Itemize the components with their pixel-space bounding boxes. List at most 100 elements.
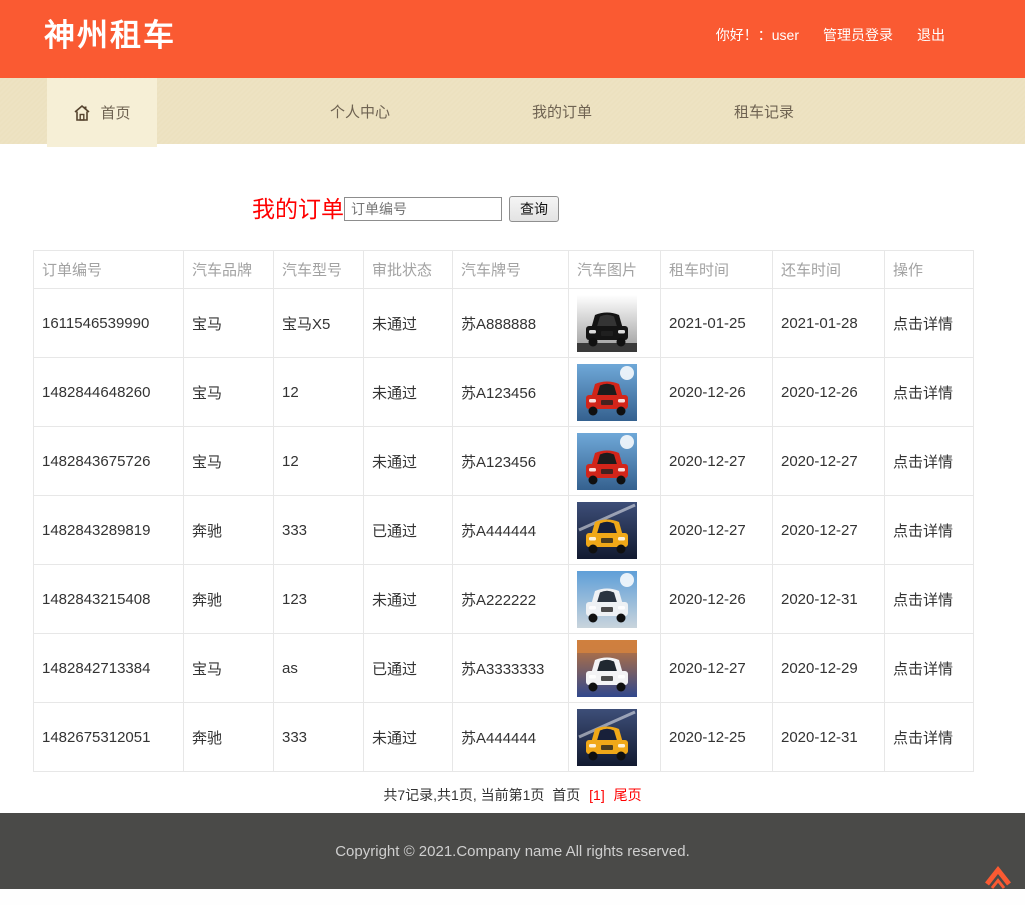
cell-return-date: 2020-12-26 (773, 358, 885, 427)
table-row: 1482675312051奔驰333未通过苏A4444442020-12-252… (34, 703, 974, 772)
pagination-first-link[interactable]: 首页 (552, 787, 580, 803)
cell-operation: 点击详情 (885, 358, 974, 427)
cell-status: 未通过 (364, 358, 453, 427)
column-header-plate: 汽车牌号 (453, 251, 569, 289)
table-row: 1482843215408奔驰123未通过苏A2222222020-12-262… (34, 565, 974, 634)
order-detail-link[interactable]: 点击详情 (893, 592, 953, 609)
cell-rent-date: 2021-01-25 (661, 289, 773, 358)
table-row: 1482843289819奔驰333已通过苏A4444442020-12-272… (34, 496, 974, 565)
cell-model: 宝马X5 (274, 289, 364, 358)
pagination: 共7记录,共1页, 当前第1页 首页 [1] 尾页 (0, 785, 1025, 805)
order-detail-link[interactable]: 点击详情 (893, 730, 953, 747)
nav-item-home[interactable]: 首页 (47, 78, 157, 147)
cell-operation: 点击详情 (885, 703, 974, 772)
page: 神州租车 你好！：user 管理员登录 退出 首页 个人 (0, 0, 1025, 905)
cell-photo (569, 496, 661, 565)
nav-item-personal-center[interactable]: 个人中心 (259, 78, 461, 144)
cell-order-no: 1482844648260 (34, 358, 184, 427)
cell-status: 未通过 (364, 427, 453, 496)
cell-return-date: 2020-12-27 (773, 427, 885, 496)
nav-item-label: 个人中心 (330, 101, 390, 122)
cell-status: 已通过 (364, 496, 453, 565)
cell-model: 333 (274, 496, 364, 565)
back-to-top-button[interactable] (984, 862, 1012, 892)
red-bmw-sky-photo (577, 433, 637, 490)
cell-operation: 点击详情 (885, 289, 974, 358)
cell-operation: 点击详情 (885, 496, 974, 565)
cell-order-no: 1482843289819 (34, 496, 184, 565)
bottom-strip (0, 889, 1025, 905)
cell-photo (569, 703, 661, 772)
cell-rent-date: 2020-12-27 (661, 634, 773, 703)
column-header-brand: 汽车品牌 (184, 251, 274, 289)
cell-photo (569, 289, 661, 358)
cell-photo (569, 358, 661, 427)
main-nav: 首页 个人中心 我的订单 租车记录 (0, 78, 1025, 144)
user-greeting: 你好！：user (716, 25, 799, 45)
cell-plate: 苏A888888 (453, 289, 569, 358)
cell-return-date: 2020-12-29 (773, 634, 885, 703)
cell-plate: 苏A123456 (453, 427, 569, 496)
table-row: 1482844648260宝马12未通过苏A1234562020-12-2620… (34, 358, 974, 427)
cell-rent-date: 2020-12-27 (661, 427, 773, 496)
main-content: 我的订单 查询 订单编号 汽车品牌 汽车型号 审批状态 汽车牌号 汽车图片 租车… (33, 195, 973, 805)
order-detail-link[interactable]: 点击详情 (893, 523, 953, 540)
home-icon (73, 104, 91, 122)
order-number-input[interactable] (344, 197, 502, 221)
cell-return-date: 2020-12-27 (773, 496, 885, 565)
cell-operation: 点击详情 (885, 427, 974, 496)
copyright-text: Copyright © 2021.Company name All rights… (335, 843, 690, 860)
column-header-status: 审批状态 (364, 251, 453, 289)
cell-brand: 宝马 (184, 289, 274, 358)
site-logo: 神州租车 (44, 10, 176, 55)
cell-status: 未通过 (364, 289, 453, 358)
column-header-operation: 操作 (885, 251, 974, 289)
cell-brand: 宝马 (184, 427, 274, 496)
cell-operation: 点击详情 (885, 634, 974, 703)
cell-model: as (274, 634, 364, 703)
cell-photo (569, 634, 661, 703)
order-detail-link[interactable]: 点击详情 (893, 316, 953, 333)
cell-photo (569, 427, 661, 496)
cell-order-no: 1482675312051 (34, 703, 184, 772)
cell-rent-date: 2020-12-26 (661, 565, 773, 634)
nav-item-my-orders[interactable]: 我的订单 (461, 78, 663, 144)
site-footer: Copyright © 2021.Company name All rights… (0, 813, 1025, 889)
order-detail-link[interactable]: 点击详情 (893, 454, 953, 471)
cell-rent-date: 2020-12-25 (661, 703, 773, 772)
orders-table-body: 1611546539990宝马宝马X5未通过苏A8888882021-01-25… (34, 289, 974, 772)
cell-order-no: 1482842713384 (34, 634, 184, 703)
white-audi-showroom-photo (577, 640, 637, 697)
order-detail-link[interactable]: 点击详情 (893, 661, 953, 678)
search-button[interactable]: 查询 (509, 196, 559, 222)
cell-model: 333 (274, 703, 364, 772)
logout-link[interactable]: 退出 (917, 25, 945, 45)
cell-brand: 宝马 (184, 634, 274, 703)
cell-rent-date: 2020-12-26 (661, 358, 773, 427)
pagination-last-link[interactable]: 尾页 (614, 787, 642, 803)
order-search-row: 我的订单 查询 (33, 195, 973, 223)
nav-item-rental-records[interactable]: 租车记录 (663, 78, 865, 144)
cell-order-no: 1482843675726 (34, 427, 184, 496)
column-header-rent-date: 租车时间 (661, 251, 773, 289)
cell-brand: 奔驰 (184, 703, 274, 772)
cell-brand: 奔驰 (184, 565, 274, 634)
cell-model: 123 (274, 565, 364, 634)
site-header: 神州租车 你好！：user 管理员登录 退出 (0, 0, 1025, 78)
nav-item-label: 我的订单 (532, 101, 592, 122)
column-header-photo: 汽车图片 (569, 251, 661, 289)
column-header-order-no: 订单编号 (34, 251, 184, 289)
cell-plate: 苏A444444 (453, 496, 569, 565)
order-detail-link[interactable]: 点击详情 (893, 385, 953, 402)
nav-item-label: 首页 (100, 102, 130, 123)
table-row: 1611546539990宝马宝马X5未通过苏A8888882021-01-25… (34, 289, 974, 358)
admin-login-link[interactable]: 管理员登录 (823, 25, 893, 45)
pagination-summary: 共7记录,共1页, 当前第1页 (383, 787, 544, 803)
pagination-current-page[interactable]: [1] (589, 787, 605, 803)
cell-status: 未通过 (364, 565, 453, 634)
yellow-audi-night-photo (577, 709, 637, 766)
column-header-model: 汽车型号 (274, 251, 364, 289)
cell-operation: 点击详情 (885, 565, 974, 634)
cell-return-date: 2020-12-31 (773, 565, 885, 634)
header-links: 你好！：user 管理员登录 退出 (716, 25, 945, 45)
